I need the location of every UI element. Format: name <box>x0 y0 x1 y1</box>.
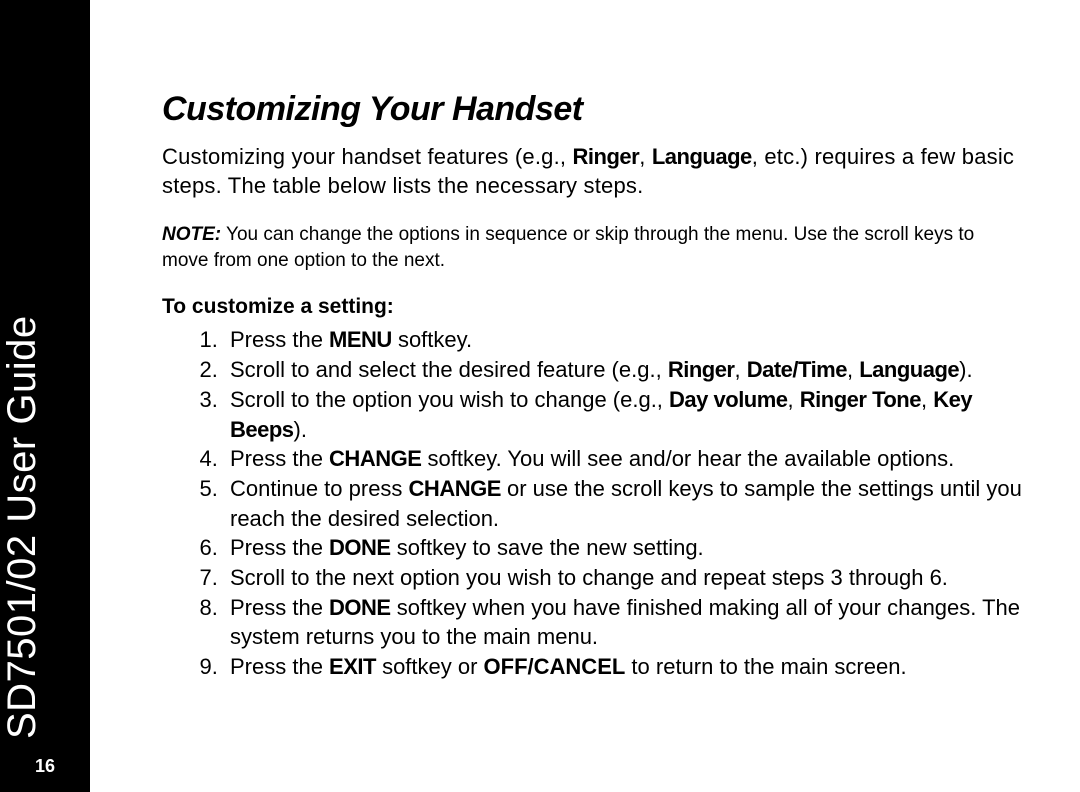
text: Press the <box>230 446 329 471</box>
list-item: Scroll to the option you wish to change … <box>224 385 1025 444</box>
text: , <box>639 144 652 169</box>
keyword-change: CHANGE <box>329 446 421 471</box>
keyword-change: CHANGE <box>409 476 501 501</box>
keyword-ringer: Ringer <box>573 144 640 169</box>
text: Scroll to the option you wish to change … <box>230 387 669 412</box>
list-item: Continue to press CHANGE or use the scro… <box>224 474 1025 533</box>
text: softkey. You will see and/or hear the av… <box>421 446 954 471</box>
intro-paragraph: Customizing your handset features (e.g.,… <box>162 143 1025 200</box>
text: Continue to press <box>230 476 409 501</box>
sidebar: SD7501/02 User Guide 16 <box>0 0 90 792</box>
page-title: Customizing Your Handset <box>162 90 1025 129</box>
keyword-dayvolume: Day volume <box>669 387 788 412</box>
list-item: Press the DONE softkey to save the new s… <box>224 533 1025 563</box>
text: softkey or <box>376 654 484 679</box>
text: Press the <box>230 535 329 560</box>
keyword-language: Language <box>859 357 959 382</box>
guide-title: SD7501/02 User Guide <box>0 315 45 739</box>
note-label: NOTE: <box>162 224 221 245</box>
keyword-done: DONE <box>329 595 391 620</box>
text: , <box>847 357 859 382</box>
text: Press the <box>230 327 329 352</box>
text: ). <box>959 357 972 382</box>
text: Scroll to and select the desired feature… <box>230 357 668 382</box>
document-content: Customizing Your Handset Customizing you… <box>90 0 1080 792</box>
page-number: 16 <box>0 756 90 777</box>
text: Press the <box>230 654 329 679</box>
note-block: NOTE: You can change the options in sequ… <box>162 222 1025 273</box>
text: Customizing your handset features (e.g., <box>162 144 573 169</box>
list-item: Press the DONE softkey when you have fin… <box>224 593 1025 652</box>
text: , <box>921 387 933 412</box>
list-item: Scroll to the next option you wish to ch… <box>224 563 1025 593</box>
keyword-ringertone: Ringer Tone <box>800 387 921 412</box>
subheading: To customize a setting: <box>162 295 1025 319</box>
keyword-done: DONE <box>329 535 391 560</box>
text: Press the <box>230 595 329 620</box>
text: , <box>788 387 800 412</box>
text: softkey to save the new setting. <box>391 535 704 560</box>
list-item: Scroll to and select the desired feature… <box>224 355 1025 385</box>
text: ). <box>294 417 307 442</box>
steps-list: Press the MENU softkey. Scroll to and se… <box>162 325 1025 681</box>
keyword-exit: EXIT <box>329 654 376 679</box>
list-item: Press the MENU softkey. <box>224 325 1025 355</box>
text: softkey. <box>392 327 472 352</box>
keyword-offcancel: OFF/CANCEL <box>484 654 626 679</box>
list-item: Press the EXIT softkey or OFF/CANCEL to … <box>224 652 1025 682</box>
keyword-menu: MENU <box>329 327 392 352</box>
text: to return to the main screen. <box>625 654 906 679</box>
keyword-language: Language <box>652 144 752 169</box>
keyword-ringer: Ringer <box>668 357 735 382</box>
keyword-datetime: Date/Time <box>747 357 847 382</box>
list-item: Press the CHANGE softkey. You will see a… <box>224 444 1025 474</box>
text: , <box>735 357 747 382</box>
note-body: You can change the options in sequence o… <box>162 224 974 271</box>
